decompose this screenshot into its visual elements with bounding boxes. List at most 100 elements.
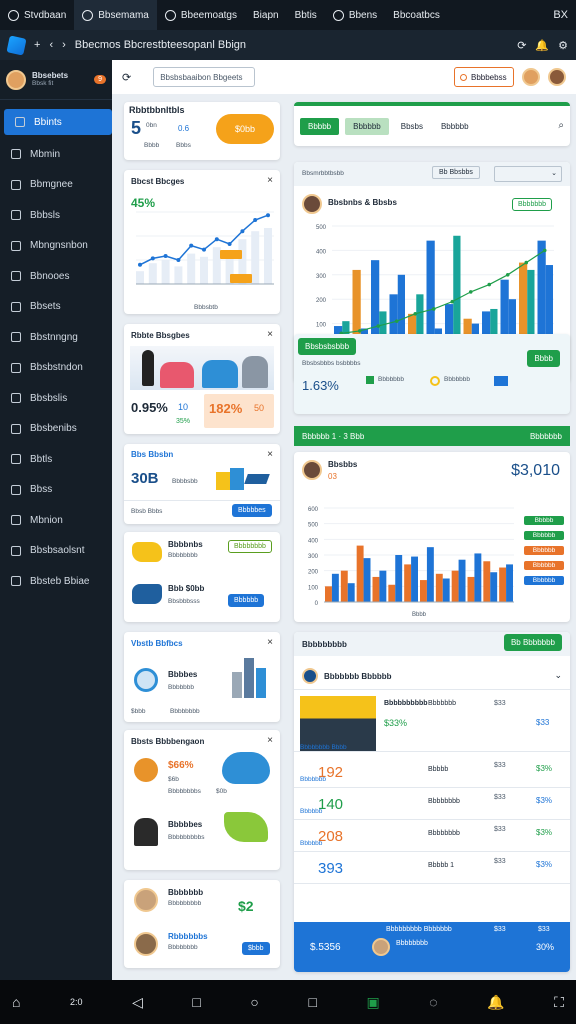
sidebar-item-7[interactable]: Bbstnngng — [0, 322, 112, 353]
nav-icon — [11, 484, 21, 495]
profile-sub: Bbsk fit — [32, 80, 54, 88]
close-icon[interactable]: × — [267, 175, 273, 186]
bar — [467, 576, 475, 602]
cell: Bbbbbb — [300, 808, 323, 815]
cell: Bbbbbbbbbb — [384, 700, 428, 707]
bar-chart: 0 100 200 300 400 500 600 Bbbb — [308, 507, 514, 618]
tab-stvdbaan[interactable]: Stvdbaan — [0, 0, 74, 30]
sidebar-item-11[interactable]: Bbtls — [0, 444, 112, 475]
sidebar-item-12[interactable]: Bbss — [0, 475, 112, 506]
home-circle-icon[interactable]: ○ — [250, 994, 258, 1010]
tab-biapn[interactable]: Biapn — [245, 0, 287, 30]
product-button[interactable]: Bbbbbb — [228, 594, 265, 607]
plus-icon[interactable]: + — [34, 39, 40, 51]
circle-icon — [332, 9, 344, 21]
sidebar-item-5[interactable]: Bbnooes — [0, 261, 112, 292]
sidebar-item-3[interactable]: Bbbsls — [0, 200, 112, 231]
profile[interactable]: Bbsebets Bbsk fit 9 — [0, 60, 112, 100]
notification-icon[interactable]: 🔔 — [535, 39, 549, 52]
panel-button[interactable]: Bbsbsbsbbb — [298, 338, 357, 355]
nav-tab-0[interactable]: Bbbbb — [300, 118, 340, 135]
tab-bbsemama[interactable]: Bbsemama — [74, 0, 157, 30]
tab-bbtis[interactable]: Bbtis — [287, 0, 325, 30]
close-icon[interactable]: × — [267, 449, 273, 460]
sidebar-item-label: Mbmin — [30, 148, 61, 160]
recent-apps-icon[interactable]: □ — [192, 994, 200, 1010]
y-tick-label: 300 — [308, 554, 319, 560]
address-text[interactable]: Bbecmos Bbcrestbteesopanl Bbign — [75, 39, 246, 51]
nav-tab-1[interactable]: Bbbbbb — [345, 118, 389, 135]
settings-icon[interactable]: ⚙ — [558, 39, 568, 52]
user-avatar[interactable] — [522, 68, 540, 86]
data-point — [227, 242, 232, 246]
card-city: Vbstb Bbfbcs × Bbbbes Bbbbbbb $bbb Bbbbb… — [124, 632, 280, 722]
data-point — [376, 324, 381, 328]
search-icon[interactable]: ⌕ — [558, 120, 564, 131]
refresh-icon[interactable]: ⟳ — [122, 71, 131, 84]
bar — [340, 570, 348, 602]
table-row[interactable]: Bbbbbbb 140 Bbbbbbbb $33 $3% — [294, 776, 570, 820]
notification-icon[interactable]: 🔔 — [487, 994, 504, 1011]
view-button[interactable]: $bbb — [242, 942, 270, 955]
sidebar-item-13[interactable]: Mbnion — [0, 505, 112, 536]
sidebar-item-6[interactable]: Bbsets — [0, 292, 112, 323]
close-icon[interactable]: × — [267, 637, 273, 648]
table-row[interactable]: Bbbbbb 393 Bbbbb 1 $33 $3% — [294, 840, 570, 884]
bar — [426, 240, 435, 348]
close-icon[interactable]: × — [267, 735, 273, 746]
back-icon[interactable]: ‹ — [49, 39, 53, 51]
search-input[interactable]: Bbsbsbaaibon Bbgeets — [153, 67, 256, 87]
table-row[interactable]: Bbbbbb 208 Bbbbbbbb $33 $3% — [294, 808, 570, 852]
record-button[interactable]: Bbbbebss — [454, 67, 514, 87]
data-point — [266, 213, 270, 218]
dropdown[interactable]: ⌄ — [494, 166, 562, 182]
y-tick-label: 500 — [308, 523, 319, 529]
details-button[interactable]: Bbbbbes — [232, 504, 272, 517]
sidebar-item-2[interactable]: Bbmgnee — [0, 170, 112, 201]
sidebar-item-label: Bbsbenibs — [30, 423, 77, 435]
expand-icon[interactable]: ⛶ — [554, 994, 564, 1011]
home-icon[interactable]: ⌂ — [12, 994, 20, 1010]
bar — [379, 570, 387, 602]
record-icon — [460, 73, 467, 81]
sidebar-item-1[interactable]: Mbmin — [0, 139, 112, 170]
nav-tab-3[interactable]: Bbbbbb — [435, 118, 475, 135]
y-tick-label: 300 — [316, 274, 327, 280]
value-button[interactable]: $0bb — [216, 114, 274, 144]
sidebar-item-9[interactable]: Bbsbslis — [0, 383, 112, 414]
y-tick-label: 100 — [316, 323, 327, 329]
back-nav-icon[interactable]: ◁ — [132, 994, 143, 1011]
square-icon[interactable]: □ — [308, 994, 316, 1010]
table-row[interactable]: Bbbbbbbb Bbbb 192 Bbbbb $33 $3% — [294, 744, 570, 788]
app-icon[interactable]: ▣ — [366, 994, 379, 1011]
sidebar-item-4[interactable]: Mbngnsnbon — [0, 231, 112, 262]
tab-bbcoatbcs[interactable]: Bbcoatbcs — [385, 0, 448, 30]
item-avatar — [134, 758, 158, 782]
user-avatar-2[interactable] — [548, 68, 566, 86]
forward-icon[interactable]: › — [62, 39, 66, 51]
sidebar-item-10[interactable]: Bbsbenibs — [0, 414, 112, 445]
chevron-down-icon[interactable]: ⌄ — [554, 670, 562, 681]
sidebar-item-8[interactable]: Bbsbstndon — [0, 353, 112, 384]
panel-button-2[interactable]: Bbbb — [527, 350, 560, 367]
nav-tab-2[interactable]: Bbsbs — [395, 118, 429, 135]
range-selector[interactable]: Bb Bbsbbs — [432, 166, 480, 179]
nav-icon — [11, 515, 21, 526]
tab-bbens[interactable]: Bbens — [325, 0, 385, 30]
data-point — [138, 262, 142, 267]
legend-bars-icon — [494, 376, 508, 386]
window-close-button[interactable]: BX — [553, 9, 576, 21]
tab-bbeemoatgs[interactable]: Bbeemoatgs — [157, 0, 245, 30]
bar — [442, 578, 450, 602]
sidebar-item-14[interactable]: Bbsbsaolsnt — [0, 536, 112, 567]
data-point — [487, 282, 492, 287]
bar — [212, 247, 221, 284]
sidebar-item-15[interactable]: Bbsteb Bbiae — [0, 566, 112, 597]
refresh-icon[interactable]: ⟳ — [517, 39, 526, 52]
product-image-2 — [132, 584, 162, 604]
data-point — [431, 307, 436, 311]
sidebar-item-0[interactable]: Bbints — [4, 109, 112, 135]
add-button[interactable]: Bb Bbbbbbb — [503, 634, 562, 651]
sidebar-item-label: Bbbsls — [30, 209, 61, 221]
close-icon[interactable]: × — [267, 329, 273, 340]
